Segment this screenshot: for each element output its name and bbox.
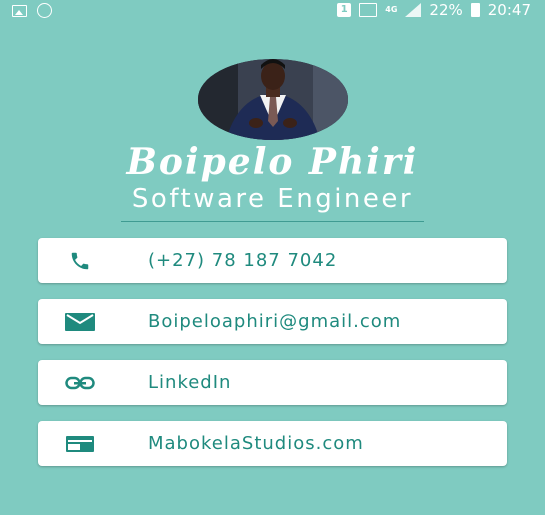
- phone-label: (+27) 78 187 7042: [148, 250, 338, 271]
- clock-time: 20:47: [487, 1, 531, 19]
- divider: [121, 221, 424, 222]
- phone-icon: [65, 249, 95, 273]
- email-label: Boipeloaphiri@gmail.com: [148, 311, 402, 332]
- avatar: [198, 59, 348, 140]
- linkedin-card[interactable]: LinkedIn: [38, 360, 507, 405]
- web-icon: [65, 432, 95, 456]
- email-card[interactable]: Boipeloaphiri@gmail.com: [38, 299, 507, 344]
- gallery-icon: [12, 4, 27, 17]
- profile-title: Software Engineer: [131, 184, 414, 214]
- network-type-label: 4G: [385, 5, 398, 14]
- phone-card[interactable]: (+27) 78 187 7042: [38, 238, 507, 283]
- sim-icon: 1: [337, 3, 352, 17]
- website-card[interactable]: MabokelaStudios.com: [38, 421, 507, 466]
- profile-name: Boipelo Phiri: [126, 141, 419, 183]
- battery-percentage: 22%: [429, 1, 463, 19]
- signal-box-icon: [359, 3, 378, 17]
- website-label: MabokelaStudios.com: [148, 433, 364, 454]
- email-icon: [65, 310, 95, 334]
- status-bar: 1 4G 22% 20:47: [0, 0, 545, 20]
- battery-icon: [470, 3, 480, 17]
- status-bar-left: [12, 3, 52, 18]
- whatsapp-icon: [37, 3, 52, 18]
- link-icon: [65, 371, 95, 395]
- status-bar-right: 1 4G 22% 20:47: [337, 0, 531, 20]
- linkedin-label: LinkedIn: [148, 372, 232, 393]
- signal-strength-icon: [405, 3, 422, 17]
